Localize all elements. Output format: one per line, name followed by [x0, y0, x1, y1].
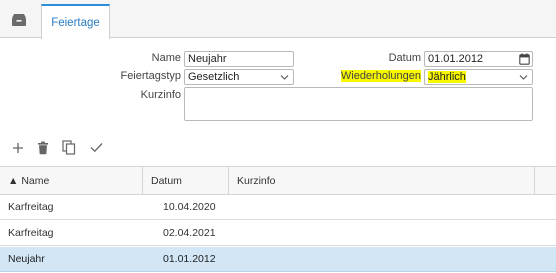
- feiertagstyp-label: Feiertagstyp: [120, 70, 181, 82]
- table-row-selected[interactable]: Neujahr 01.01.2012: [0, 247, 556, 272]
- column-header-datum[interactable]: Datum: [143, 167, 229, 195]
- kurzinfo-textarea[interactable]: [184, 87, 533, 121]
- copy-button[interactable]: [59, 139, 79, 159]
- kurzinfo-label: Kurzinfo: [140, 89, 181, 101]
- cell-kurzinfo: [229, 247, 535, 272]
- copy-icon: [62, 140, 76, 158]
- tab-bar: Feiertage: [0, 0, 556, 39]
- plus-icon: [12, 142, 24, 157]
- sort-asc-icon: ▲: [8, 175, 19, 187]
- home-tab[interactable]: [8, 10, 30, 32]
- name-field[interactable]: Neujahr: [184, 51, 294, 67]
- cell-datum: 02.04.2021: [163, 227, 216, 239]
- wiederholungen-select[interactable]: Jährlich: [424, 69, 533, 85]
- feiertagstyp-value: Gesetzlich: [188, 71, 240, 83]
- trash-icon: [37, 141, 49, 158]
- cell-datum: 10.04.2020: [163, 201, 216, 213]
- datum-value: 01.01.2012: [428, 53, 484, 65]
- cell-name: Karfreitag: [8, 201, 54, 213]
- holiday-grid: ▲ Name Datum Kurzinfo Karfreitag 10.04.2…: [0, 166, 556, 273]
- cell-datum: 01.01.2012: [163, 253, 216, 265]
- chevron-down-icon: [519, 72, 528, 82]
- name-value: Neujahr: [188, 53, 227, 65]
- table-row[interactable]: Karfreitag 02.04.2021: [0, 221, 556, 246]
- cell-name: Neujahr: [8, 253, 45, 265]
- table-row[interactable]: Karfreitag 10.04.2020: [0, 195, 556, 220]
- add-button[interactable]: [8, 139, 28, 159]
- datum-field[interactable]: 01.01.2012: [424, 51, 533, 67]
- tab-feiertage[interactable]: Feiertage: [41, 4, 110, 39]
- grid-toolbar: [0, 136, 556, 162]
- column-header-kurzinfo-label: Kurzinfo: [237, 175, 276, 187]
- chevron-down-icon: [280, 72, 289, 82]
- feiertagstyp-select[interactable]: Gesetzlich: [184, 69, 294, 85]
- cell-kurzinfo: [229, 221, 535, 246]
- confirm-button[interactable]: [86, 139, 106, 159]
- wiederholungen-label-text: Wiederholungen: [340, 70, 421, 82]
- cell-kurzinfo: [229, 195, 535, 220]
- check-icon: [90, 142, 103, 156]
- grid-header: ▲ Name Datum Kurzinfo: [0, 167, 556, 195]
- delete-button[interactable]: [33, 139, 53, 159]
- wiederholungen-label: Wiederholungen: [340, 69, 421, 84]
- column-header-name-label: Name: [21, 175, 50, 187]
- detail-form: Name Neujahr Feiertagstyp Gesetzlich Kur…: [0, 39, 556, 131]
- column-header-name[interactable]: ▲ Name: [0, 167, 143, 195]
- name-label: Name: [151, 52, 181, 64]
- box-icon: [11, 13, 27, 30]
- cell-name: Karfreitag: [8, 227, 54, 239]
- tab-feiertage-label: Feiertage: [51, 16, 100, 29]
- wiederholungen-value: Jährlich: [428, 71, 466, 83]
- column-header-datum-label: Datum: [151, 175, 182, 187]
- datum-label: Datum: [388, 52, 421, 64]
- column-header-kurzinfo[interactable]: Kurzinfo: [229, 167, 535, 195]
- calendar-icon[interactable]: [519, 53, 530, 65]
